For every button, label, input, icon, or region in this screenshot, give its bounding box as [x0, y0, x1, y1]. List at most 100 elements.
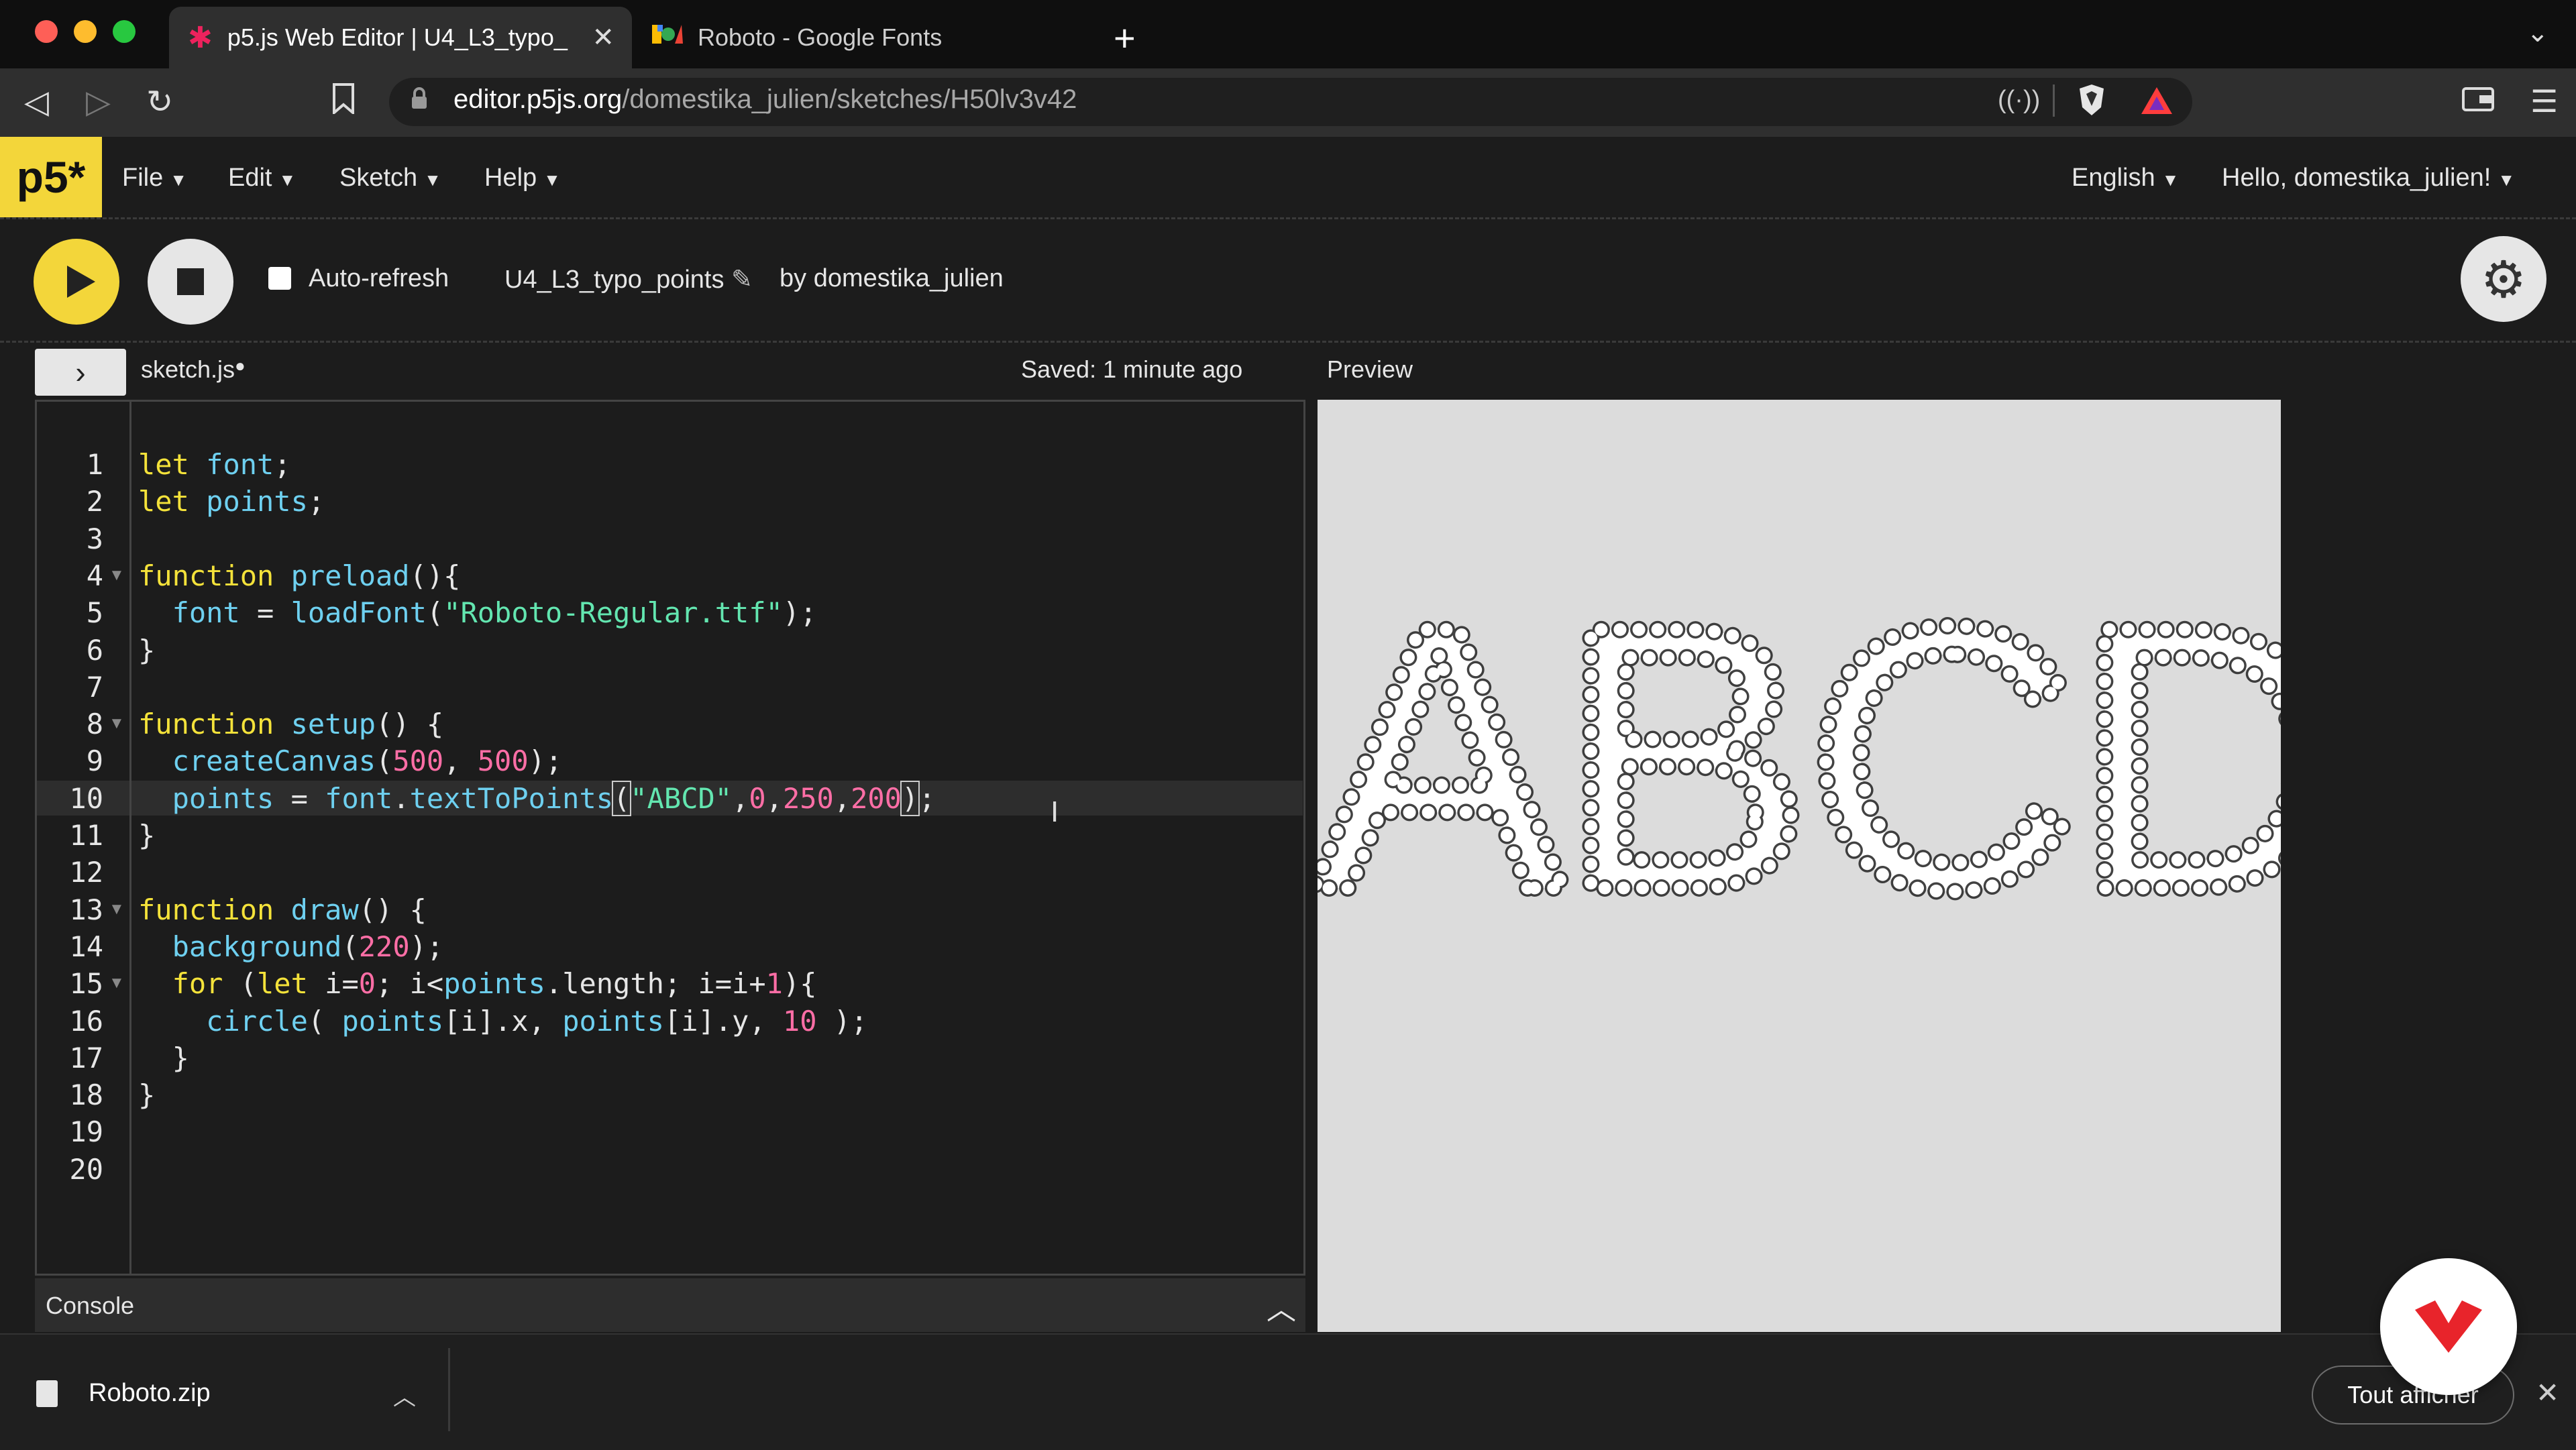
fold-arrow-icon[interactable]: ▼ — [109, 900, 125, 919]
close-tab-icon[interactable]: ✕ — [592, 22, 614, 53]
domestika-logo-icon — [2415, 1300, 2482, 1353]
fold-arrow-icon[interactable]: ▼ — [109, 974, 125, 993]
back-icon[interactable]: ◁ — [24, 83, 49, 121]
broadcast-icon[interactable]: ((·)) — [1998, 86, 2040, 115]
code-line[interactable]: function preload(){ — [138, 559, 460, 592]
line-number: 20 — [69, 1152, 103, 1186]
line-number: 6 — [86, 633, 103, 667]
sidebar-toggle-button[interactable]: › — [35, 349, 126, 396]
menu-edit[interactable]: Edit ▼ — [228, 164, 296, 192]
download-item[interactable]: Roboto.zip — [89, 1379, 211, 1408]
brave-rewards-icon[interactable] — [2140, 86, 2174, 119]
line-number: 5 — [86, 596, 103, 630]
fold-arrow-icon[interactable]: ▼ — [109, 566, 125, 585]
language-label: English — [2072, 164, 2155, 192]
sketch-name[interactable]: U4_L3_typo_points ✎ — [504, 264, 753, 294]
code-line[interactable]: let points; — [138, 485, 325, 518]
tab-google-fonts[interactable]: Roboto - Google Fonts — [632, 7, 1088, 68]
reload-icon[interactable]: ↻ — [146, 83, 173, 121]
auto-refresh-checkbox[interactable] — [268, 267, 291, 290]
console-bar[interactable]: Console ︿ — [35, 1278, 1305, 1332]
code-line[interactable]: } — [138, 1042, 189, 1074]
stop-icon — [177, 268, 204, 295]
code-line[interactable]: } — [138, 819, 155, 852]
code-line[interactable]: } — [138, 1078, 155, 1111]
caret-down-icon: ▼ — [2161, 170, 2180, 190]
url-path: /domestika_julien/sketches/H50lv3v42 — [622, 85, 1077, 114]
code-line[interactable]: points = font.textToPoints("ABCD",0,250,… — [138, 780, 936, 816]
tab-list-chevron-icon[interactable]: ⌄ — [2526, 17, 2549, 48]
close-window-button[interactable] — [35, 20, 58, 43]
gear-icon: ⚙ — [2480, 251, 2527, 309]
saved-status: Saved: 1 minute ago — [1021, 355, 1243, 383]
sketch-preview[interactable]: ABCD ABCD ABCD — [1318, 400, 2281, 1332]
address-bar-divider — [2053, 85, 2055, 117]
code-line[interactable]: let font; — [138, 448, 291, 481]
menu-sketch[interactable]: Sketch ▼ — [339, 164, 441, 192]
minimize-window-button[interactable] — [74, 20, 97, 43]
caret-down-icon: ▼ — [170, 170, 187, 190]
file-tab[interactable]: sketch.js● — [141, 355, 246, 384]
line-number: 16 — [69, 1004, 103, 1038]
caret-down-icon: ▼ — [278, 170, 297, 190]
code-line[interactable]: } — [138, 634, 155, 667]
menu-help[interactable]: Help ▼ — [484, 164, 561, 192]
toolbar-divider — [0, 341, 2576, 343]
code-line[interactable]: for (let i=0; i<points.length; i=i+1){ — [138, 967, 817, 1000]
language-menu[interactable]: English ▼ — [2072, 164, 2179, 192]
close-downloads-icon[interactable]: ✕ — [2536, 1376, 2559, 1409]
text-cursor-icon: I — [1051, 795, 1059, 828]
new-tab-button[interactable]: + — [1114, 16, 1136, 60]
logo-text: p5* — [16, 152, 86, 202]
pencil-icon[interactable]: ✎ — [731, 266, 753, 294]
line-number: 4 — [86, 559, 103, 592]
p5-asterisk-icon: ✱ — [188, 21, 213, 54]
code-line[interactable]: createCanvas(500, 500); — [138, 744, 563, 777]
brave-shield-icon[interactable] — [2077, 83, 2106, 120]
code-line[interactable]: background(220); — [138, 930, 444, 963]
maximize-window-button[interactable] — [113, 20, 136, 43]
console-label: Console — [46, 1292, 135, 1319]
fold-arrow-icon[interactable]: ▼ — [109, 714, 125, 733]
sketch-name-text: U4_L3_typo_points — [504, 266, 724, 294]
lock-icon — [411, 87, 428, 110]
url-text[interactable]: editor.p5js.org/domestika_julien/sketche… — [453, 85, 1077, 115]
code-line[interactable]: font = loadFont("Roboto-Regular.ttf"); — [138, 596, 817, 629]
downloads-divider — [448, 1348, 450, 1431]
caret-down-icon: ▼ — [424, 170, 441, 190]
line-number: 17 — [69, 1041, 103, 1074]
line-number: 1 — [86, 448, 103, 481]
p5-logo[interactable]: p5* — [0, 137, 102, 217]
wallet-icon[interactable] — [2462, 86, 2494, 116]
preview-text-dot-fill: ABCD — [1318, 548, 2281, 968]
browser-menu-icon[interactable]: ☰ — [2530, 83, 2558, 119]
bookmark-icon[interactable] — [331, 83, 356, 122]
preview-label: Preview — [1327, 355, 1413, 383]
user-menu[interactable]: Hello, domestika_julien! ▼ — [2222, 164, 2515, 192]
settings-button[interactable]: ⚙ — [2461, 236, 2546, 322]
code-line[interactable]: function setup() { — [138, 708, 443, 740]
caret-down-icon: ▼ — [543, 170, 561, 190]
menu-file[interactable]: File ▼ — [122, 164, 187, 192]
line-number: 2 — [86, 485, 103, 518]
tab-title: Roboto - Google Fonts — [698, 23, 943, 51]
caret-down-icon: ▼ — [2498, 170, 2516, 190]
chevron-up-icon[interactable]: ︿ — [393, 1379, 416, 1412]
line-number: 7 — [86, 670, 103, 704]
chevron-right-icon: › — [75, 355, 86, 390]
stop-button[interactable] — [148, 239, 233, 325]
line-number: 15 — [69, 967, 103, 1001]
forward-icon[interactable]: ▷ — [86, 83, 111, 121]
code-editor[interactable] — [35, 400, 1305, 1276]
domestika-badge[interactable] — [2380, 1258, 2517, 1395]
google-fonts-icon — [651, 21, 683, 55]
chevron-up-icon[interactable]: ︿ — [1267, 1285, 1296, 1328]
line-number: 13 — [69, 893, 103, 926]
line-number: 12 — [69, 856, 103, 889]
line-number: 11 — [69, 819, 103, 852]
tab-p5-editor[interactable]: ✱ p5.js Web Editor | U4_L3_typo_ ✕ — [169, 7, 632, 68]
code-line[interactable]: circle( points[i].x, points[i].y, 10 ); — [138, 1005, 867, 1038]
line-number: 8 — [86, 708, 103, 741]
play-button[interactable] — [34, 239, 119, 325]
code-line[interactable]: function draw() { — [138, 893, 427, 926]
